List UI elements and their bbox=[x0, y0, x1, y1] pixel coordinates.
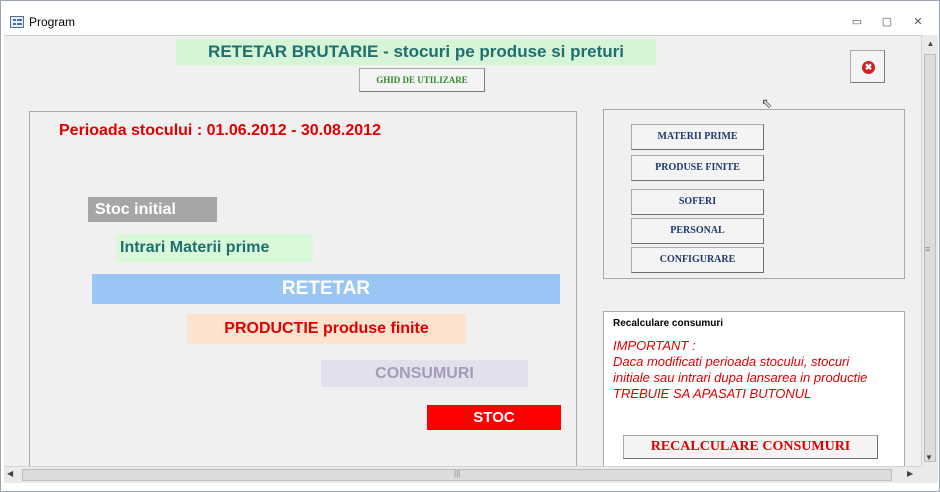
configurare-button[interactable]: CONFIGURARE bbox=[631, 247, 764, 273]
personal-button[interactable]: PERSONAL bbox=[631, 218, 764, 244]
scroll-corner bbox=[921, 466, 938, 483]
form-client-area: RETETAR BRUTARIE - stocuri pe produse si… bbox=[4, 35, 921, 466]
user-guide-button[interactable]: GHID DE UTILIZARE bbox=[359, 68, 485, 92]
close-circle-icon: ✖ bbox=[862, 61, 875, 74]
scroll-right-icon[interactable]: ▶ bbox=[907, 469, 913, 478]
vertical-scroll-thumb[interactable] bbox=[924, 54, 936, 462]
restore-icon[interactable]: ▢ bbox=[877, 15, 897, 29]
window-title: Program bbox=[29, 15, 76, 29]
horizontal-scrollbar[interactable]: ◀ ||| ▶ bbox=[4, 466, 921, 483]
retetar-button[interactable]: RETETAR bbox=[92, 274, 560, 304]
stock-period-label: Perioada stocului : 01.06.2012 - 30.08.2… bbox=[59, 122, 381, 139]
scroll-down-icon[interactable]: ▼ bbox=[925, 453, 933, 462]
vertical-scrollbar[interactable]: ▲ ≡ ▼ bbox=[921, 35, 938, 466]
page-title: RETETAR BRUTARIE - stocuri pe produse si… bbox=[176, 39, 656, 65]
vertical-grip-icon: ≡ bbox=[925, 244, 931, 254]
recalculare-consumuri-button[interactable]: RECALCULARE CONSUMURI bbox=[623, 435, 878, 459]
recalc-panel-title: Recalculare consumuri bbox=[613, 318, 724, 329]
consumuri-button[interactable]: CONSUMURI bbox=[321, 360, 528, 387]
title-bar: Program ▭ ▢ ✕ bbox=[1, 1, 939, 35]
form-icon bbox=[10, 16, 24, 28]
minimize-icon[interactable]: ▭ bbox=[847, 15, 867, 29]
soferi-button[interactable]: SOFERI bbox=[631, 189, 764, 215]
app-window: Program ▭ ▢ ✕ RETETAR BRUTARIE - stocuri… bbox=[0, 0, 940, 492]
scroll-left-icon[interactable]: ◀ bbox=[7, 469, 13, 478]
productie-button[interactable]: PRODUCTIE produse finite bbox=[187, 314, 466, 344]
horizontal-grip-icon: ||| bbox=[454, 469, 461, 478]
close-form-button[interactable]: ✖ bbox=[850, 50, 885, 83]
important-notice: IMPORTANT : Daca modificati perioada sto… bbox=[613, 338, 868, 401]
intrari-materii-prime-button[interactable]: Intrari Materii prime bbox=[116, 234, 313, 262]
stoc-button[interactable]: STOC bbox=[427, 405, 561, 430]
materii-prime-button[interactable]: MATERII PRIME bbox=[631, 124, 764, 150]
scroll-up-icon[interactable]: ▲ bbox=[925, 38, 936, 49]
stoc-initial-button[interactable]: Stoc initial bbox=[88, 197, 217, 222]
produse-finite-button[interactable]: PRODUSE FINITE bbox=[631, 155, 764, 181]
window-close-icon[interactable]: ✕ bbox=[908, 15, 928, 29]
